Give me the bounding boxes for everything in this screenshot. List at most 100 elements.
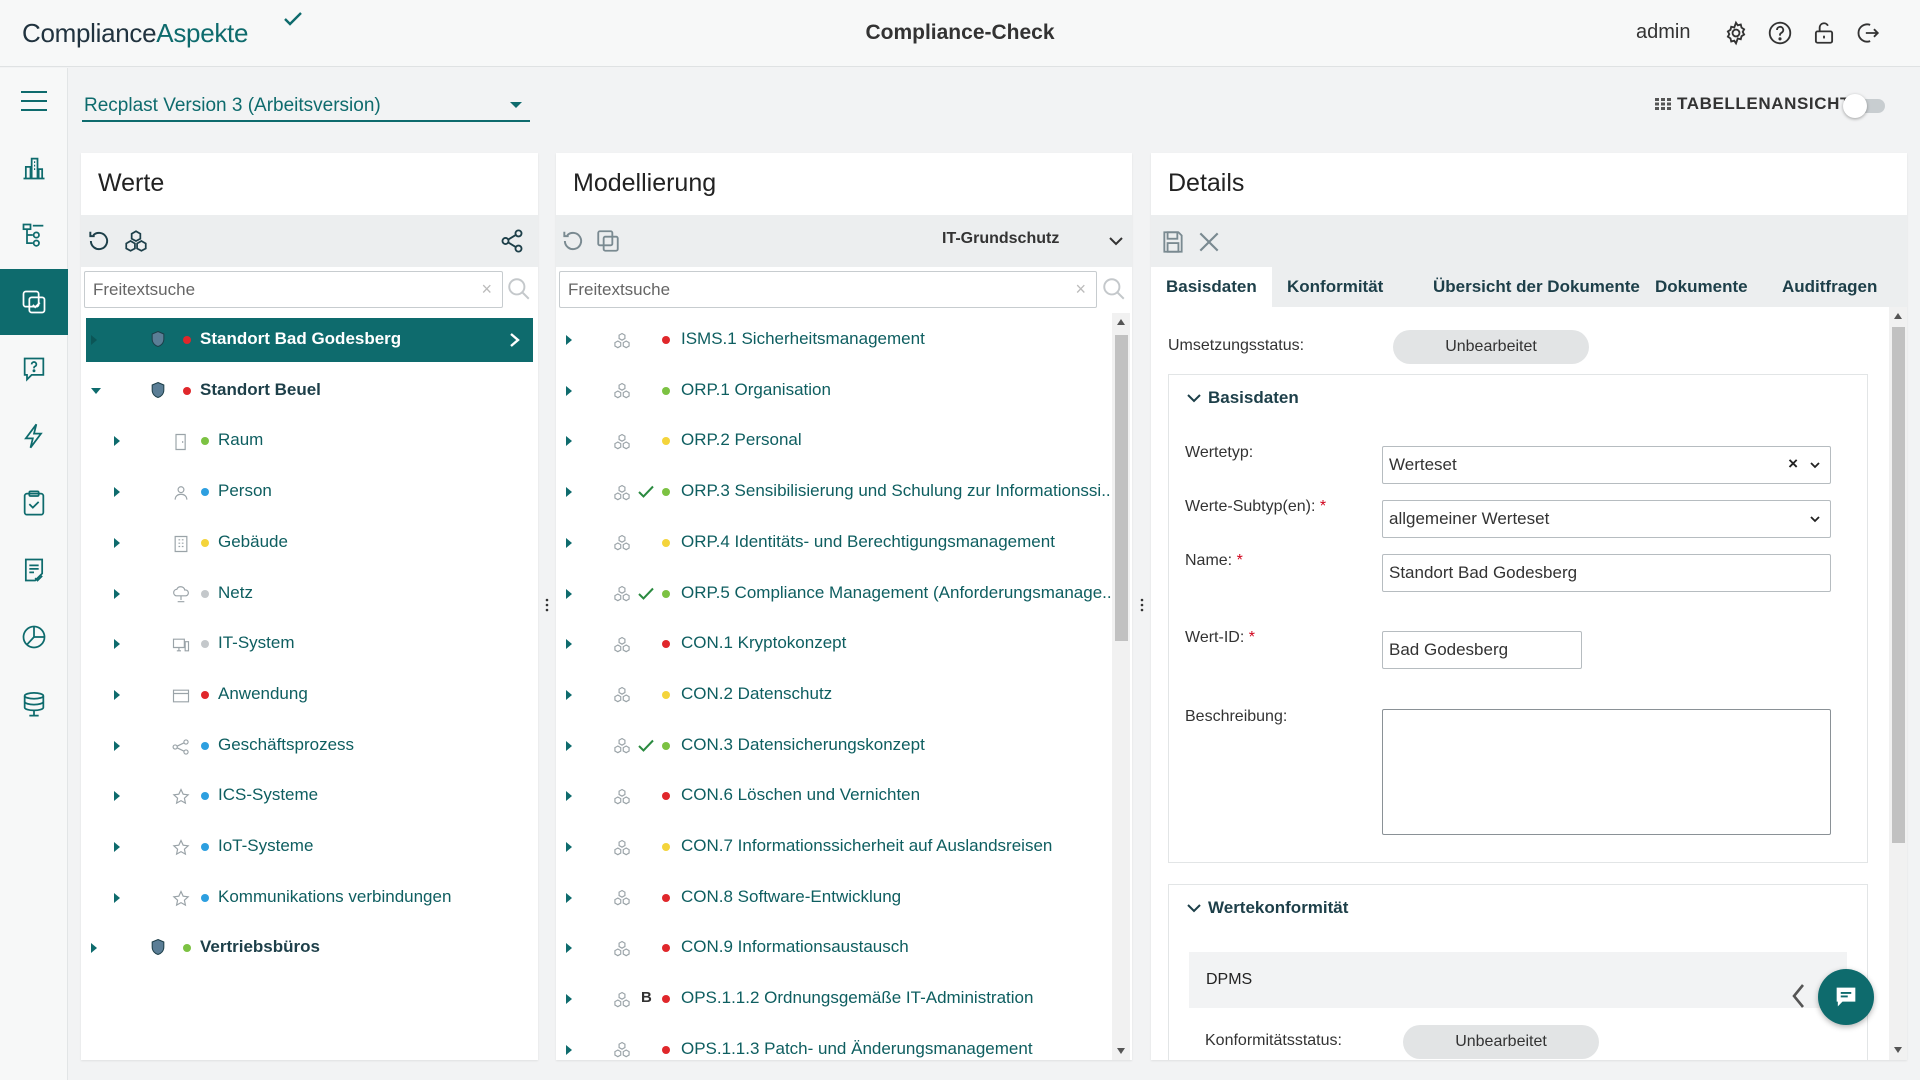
standard-filter[interactable]: IT-Grundschutz bbox=[942, 230, 1059, 248]
splitter-handle-right[interactable] bbox=[1140, 597, 1144, 613]
dpms-header[interactable]: DPMS bbox=[1189, 952, 1847, 1008]
expand-right-icon[interactable] bbox=[566, 639, 572, 650]
tree-row[interactable]: Kommunikations verbindungen bbox=[86, 876, 533, 920]
konformitaet-badge[interactable]: Unbearbeitet bbox=[1403, 1025, 1599, 1059]
tree-structure-icon[interactable] bbox=[0, 202, 68, 268]
save-icon[interactable] bbox=[1160, 229, 1186, 255]
organization-icon[interactable] bbox=[0, 135, 68, 201]
tree-row[interactable]: ICS-Systeme bbox=[86, 774, 533, 818]
wertetyp-select[interactable]: Werteset × bbox=[1382, 446, 1831, 484]
clear-icon[interactable]: × bbox=[481, 279, 492, 300]
scroll-up-icon[interactable] bbox=[1894, 313, 1902, 319]
clipboard-check-icon[interactable] bbox=[0, 470, 68, 536]
expand-right-icon[interactable] bbox=[114, 842, 120, 852]
help-icon[interactable] bbox=[1767, 20, 1793, 46]
chat-button[interactable] bbox=[1818, 969, 1874, 1025]
tab-konformitaet[interactable]: Konformität bbox=[1272, 267, 1398, 307]
tree-row[interactable]: ORP.2 Personal bbox=[556, 419, 1108, 463]
name-input[interactable]: Standort Bad Godesberg bbox=[1382, 554, 1831, 592]
search-icon[interactable] bbox=[506, 276, 532, 302]
expand-down-icon[interactable] bbox=[91, 387, 101, 394]
tree-row[interactable]: OPS.1.1.3 Patch- und Änderungsmanagement bbox=[556, 1028, 1108, 1060]
logout-icon[interactable] bbox=[1855, 20, 1881, 46]
expand-right-icon[interactable] bbox=[114, 740, 120, 751]
collapse-chevron-icon[interactable] bbox=[1187, 393, 1201, 403]
tree-row[interactable]: ORP.5 Compliance Management (Anforderung… bbox=[556, 572, 1116, 616]
splitter-handle-left[interactable] bbox=[545, 597, 549, 613]
expand-right-icon[interactable] bbox=[566, 689, 572, 700]
tab-uebersicht-dokumente[interactable]: Übersicht der Dokumente bbox=[1418, 267, 1655, 307]
tree-row[interactable]: Anwendung bbox=[86, 673, 533, 717]
clear-selection-icon[interactable]: × bbox=[1788, 454, 1798, 474]
expand-right-icon[interactable] bbox=[566, 385, 572, 396]
questions-icon[interactable] bbox=[0, 336, 68, 402]
expand-right-icon[interactable] bbox=[114, 588, 120, 599]
tab-basisdaten[interactable]: Basisdaten bbox=[1151, 267, 1272, 307]
expand-right-icon[interactable] bbox=[566, 487, 572, 498]
tree-row[interactable]: CON.9 Informationsaustausch bbox=[556, 926, 1108, 970]
modellierung-scrollbar[interactable] bbox=[1112, 313, 1130, 1060]
tree-row[interactable]: CON.2 Datenschutz bbox=[556, 673, 1108, 717]
settings-icon[interactable] bbox=[1723, 20, 1749, 46]
expand-right-icon[interactable] bbox=[114, 639, 120, 650]
collapse-panel-icon[interactable] bbox=[1789, 982, 1809, 1010]
tree-row[interactable]: IoT-Systeme bbox=[86, 825, 533, 869]
collapse-chevron-icon[interactable] bbox=[1187, 903, 1201, 913]
tree-row[interactable]: ORP.4 Identitäts- und Berechtigungsmanag… bbox=[556, 521, 1108, 565]
details-scrollbar[interactable] bbox=[1889, 307, 1907, 1060]
expand-right-icon[interactable] bbox=[566, 335, 572, 345]
tree-row[interactable]: Gebäude bbox=[86, 521, 533, 565]
lightning-icon[interactable] bbox=[0, 403, 68, 469]
expand-right-icon[interactable] bbox=[566, 537, 572, 548]
tree-row[interactable]: ORP.1 Organisation bbox=[556, 369, 1108, 413]
umsetzungsstatus-badge[interactable]: Unbearbeitet bbox=[1393, 330, 1589, 364]
unlock-icon[interactable] bbox=[1811, 20, 1837, 46]
close-icon[interactable] bbox=[1196, 229, 1222, 255]
beschreibung-textarea[interactable] bbox=[1382, 709, 1831, 835]
tree-row[interactable]: Person bbox=[86, 470, 533, 514]
database-icon[interactable] bbox=[0, 671, 68, 737]
expand-right-icon[interactable] bbox=[566, 943, 572, 954]
tree-row[interactable]: CON.3 Datensicherungskonzept bbox=[556, 724, 1108, 768]
expand-right-icon[interactable] bbox=[566, 740, 572, 751]
tree-row[interactable]: Standort Bad Godesberg bbox=[86, 318, 533, 362]
expand-right-icon[interactable] bbox=[114, 537, 120, 548]
wertid-input[interactable]: Bad Godesberg bbox=[1382, 631, 1582, 669]
expand-right-icon[interactable] bbox=[114, 689, 120, 700]
clear-icon[interactable]: × bbox=[1075, 279, 1086, 300]
expand-right-icon[interactable] bbox=[91, 335, 97, 345]
menu-icon[interactable] bbox=[0, 68, 68, 134]
search-icon[interactable] bbox=[1101, 276, 1127, 302]
chevron-down-icon[interactable] bbox=[1810, 460, 1820, 470]
tree-row[interactable]: Netz bbox=[86, 572, 533, 616]
copy-icon[interactable] bbox=[595, 228, 621, 254]
chart-pie-icon[interactable] bbox=[0, 604, 68, 670]
expand-right-icon[interactable] bbox=[566, 994, 572, 1005]
modellierung-search-input[interactable]: Freitextsuche × bbox=[559, 271, 1097, 308]
undo-icon[interactable] bbox=[560, 228, 586, 254]
table-view-toggle[interactable] bbox=[1843, 94, 1887, 118]
report-icon[interactable] bbox=[0, 537, 68, 603]
scroll-down-icon[interactable] bbox=[1117, 1048, 1125, 1054]
tree-row[interactable]: B OPS.1.1.2 Ordnungsgemäße IT-Administrat… bbox=[556, 977, 1108, 1021]
version-select[interactable]: Recplast Version 3 (Arbeitsversion) bbox=[82, 90, 530, 122]
tree-row[interactable]: ORP.3 Sensibilisierung und Schulung zur … bbox=[556, 470, 1115, 514]
refresh-icon[interactable] bbox=[86, 228, 112, 254]
scroll-thumb[interactable] bbox=[1892, 327, 1905, 843]
tree-row[interactable]: ISMS.1 Sicherheitsmanagement bbox=[556, 318, 1108, 362]
tree-row[interactable]: CON.6 Löschen und Vernichten bbox=[556, 774, 1108, 818]
expand-right-icon[interactable] bbox=[566, 1044, 572, 1055]
filter-chevron-down-icon[interactable] bbox=[1109, 236, 1123, 246]
expand-right-icon[interactable] bbox=[114, 892, 120, 903]
expand-right-icon[interactable] bbox=[566, 436, 572, 447]
tab-dokumente[interactable]: Dokumente bbox=[1640, 267, 1763, 307]
scroll-down-icon[interactable] bbox=[1894, 1047, 1902, 1053]
chevron-down-icon[interactable] bbox=[1810, 514, 1820, 524]
tree-row[interactable]: Raum bbox=[86, 419, 533, 463]
tree-row[interactable]: Geschäftsprozess bbox=[86, 724, 533, 768]
tree-row[interactable]: IT-System bbox=[86, 622, 533, 666]
modeling-icon[interactable] bbox=[0, 269, 68, 335]
scroll-thumb[interactable] bbox=[1115, 335, 1128, 641]
chevron-right-icon[interactable] bbox=[509, 332, 521, 348]
expand-right-icon[interactable] bbox=[566, 791, 572, 802]
